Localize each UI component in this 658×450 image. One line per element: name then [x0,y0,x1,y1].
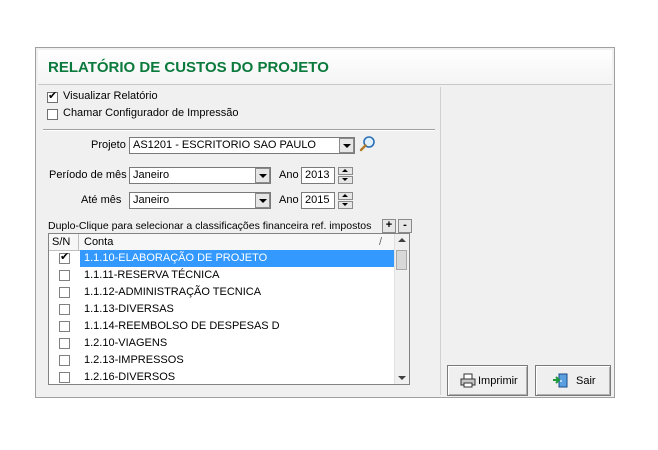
ate-year-spinner[interactable] [338,192,353,209]
table-row[interactable]: 1.1.14-REEMBOLSO DE DESPESAS D [49,318,395,335]
magnifier-icon[interactable] [359,135,377,153]
periodo-month-dropdown-button[interactable] [255,168,270,183]
divider [43,129,435,131]
ate-year-value: 2015 [305,194,330,206]
projeto-dropdown-button[interactable] [339,138,354,153]
instructions-text: Duplo-Clique para selecionar a classific… [48,220,372,232]
spin-down-icon[interactable] [338,176,353,184]
scroll-up-icon[interactable] [398,238,406,242]
row-conta: 1.2.10-VIAGENS [84,337,168,349]
periodo-year-spinner[interactable] [338,167,353,184]
row-checkbox[interactable] [59,355,70,366]
row-checkbox[interactable] [59,270,70,281]
row-checkbox[interactable]: ✔ [59,251,70,264]
ate-label: Até mês [81,194,122,206]
visualizar-checkbox[interactable]: ✔ [47,90,58,103]
ate-month-select[interactable]: Janeiro [129,192,271,209]
sair-label: Sair [576,375,596,387]
row-checkbox[interactable] [59,338,70,349]
ate-month-value: Janeiro [133,194,170,206]
title-bar: RELATÓRIO DE CUSTOS DO PROJETO [38,50,612,85]
row-conta: 1.1.12-ADMINISTRAÇÃO TECNICA [84,286,262,298]
row-conta: 1.2.13-IMPRESSOS [84,354,184,366]
sort-indicator: / [379,236,383,248]
grid-header: S/N Conta / [49,234,395,251]
table-row[interactable]: 1.1.11-RESERVA TÉCNICA [49,267,395,284]
row-checkbox[interactable] [59,321,70,332]
spin-up-icon[interactable] [338,167,353,175]
table-row[interactable]: 1.1.13-DIVERSAS [49,301,395,318]
periodo-month-value: Janeiro [133,169,170,181]
row-conta: 1.1.11-RESERVA TÉCNICA [84,269,220,281]
table-row[interactable]: 1.1.12-ADMINISTRAÇÃO TECNICA [49,284,395,301]
visualizar-label: Visualizar Relatório [63,90,158,102]
row-conta: 1.1.14-REEMBOLSO DE DESPESAS D [84,320,280,332]
accounts-grid[interactable]: S/N Conta / ✔ 1.1.10-ELABORAÇÃO DE PROJET… [48,233,410,385]
periodo-year-input[interactable]: 2013 [301,167,335,184]
row-conta: 1.2.16-DIVERSOS [84,371,176,383]
periodo-month-select[interactable]: Janeiro [129,167,271,184]
periodo-label: Período de mês [49,169,127,181]
projeto-value: AS1201 - ESCRITORIO SAO PAULO [133,139,316,151]
collapse-button[interactable]: - [398,219,412,233]
column-header-sn[interactable]: S/N [49,234,79,250]
vertical-scrollbar[interactable] [394,234,409,384]
ate-month-dropdown-button[interactable] [255,193,270,208]
table-row[interactable]: 1.2.13-IMPRESSOS [49,352,395,369]
periodo-ano-label: Ano [279,169,299,181]
table-row[interactable]: 1.2.10-VIAGENS [49,335,395,352]
periodo-year-value: 2013 [305,169,330,181]
report-window: RELATÓRIO DE CUSTOS DO PROJETO ✔ Visuali… [35,47,615,398]
column-header-conta[interactable]: Conta [80,234,380,250]
expand-button[interactable]: + [382,219,396,233]
projeto-label: Projeto [91,139,126,151]
scroll-down-icon[interactable] [398,376,406,380]
spin-down-icon[interactable] [338,201,353,209]
actions-pane: Imprimir Sair [440,87,614,396]
check-mark-icon: ✔ [48,90,58,102]
configurador-checkbox[interactable] [47,109,58,120]
ate-ano-label: Ano [279,194,299,206]
page-title: RELATÓRIO DE CUSTOS DO PROJETO [48,59,329,76]
configurador-label: Chamar Configurador de Impressão [63,107,239,119]
exit-door-icon [553,373,568,388]
row-conta: 1.1.10-ELABORAÇÃO DE PROJETO [80,250,395,267]
printer-icon [460,373,476,388]
projeto-select[interactable]: AS1201 - ESCRITORIO SAO PAULO [129,137,355,154]
check-mark-icon: ✔ [60,251,70,263]
imprimir-label: Imprimir [478,375,518,387]
row-checkbox[interactable] [59,304,70,315]
row-checkbox[interactable] [59,287,70,298]
table-row[interactable]: 1.2.16-DIVERSOS [49,369,395,384]
ate-year-input[interactable]: 2015 [301,192,335,209]
sair-button[interactable]: Sair [535,365,611,396]
options-pane: ✔ Visualizar Relatório Chamar Configurad… [43,87,439,395]
scroll-thumb[interactable] [396,250,407,270]
table-row[interactable]: ✔ 1.1.10-ELABORAÇÃO DE PROJETO [49,250,395,267]
row-conta: 1.1.13-DIVERSAS [84,303,174,315]
row-checkbox[interactable] [59,372,70,383]
spin-up-icon[interactable] [338,192,353,200]
imprimir-button[interactable]: Imprimir [447,365,528,396]
